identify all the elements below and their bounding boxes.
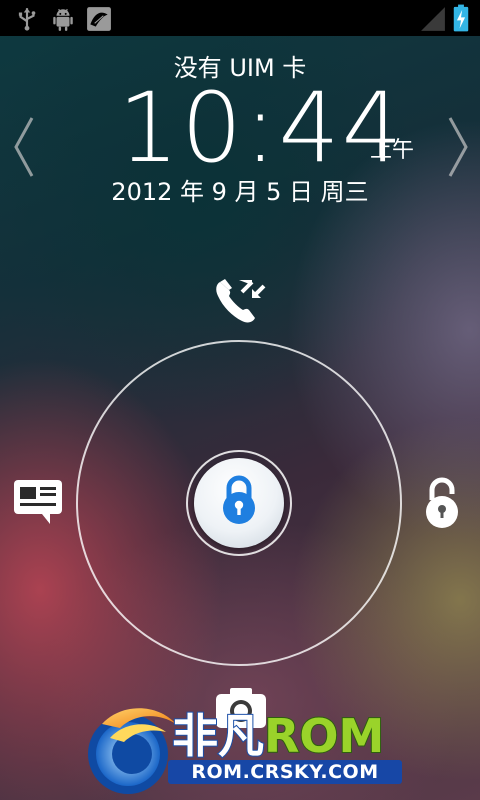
unlock-icon[interactable] [420,476,464,528]
brand-logo-icon [88,708,176,794]
android-debug-icon [53,8,73,31]
watermark-brand-cn: 非凡 [171,708,265,764]
watermark-url: ROM.CRSKY.COM [168,760,402,784]
chevron-right-icon[interactable] [444,112,474,182]
clock: 10:44 上午 [0,80,480,176]
watermark: 非凡ROM ROM.CRSKY.COM [80,696,410,800]
status-bar [0,0,480,36]
usb-icon [18,8,36,31]
battery-charging-icon [453,4,469,32]
signal-icon [421,7,445,31]
date-text: 2012 年 9 月 5 日 周三 [111,178,369,206]
wallpaper-notification-icon [87,7,111,31]
clock-time: 10:44 [118,72,405,184]
watermark-brand: 非凡ROM [171,700,385,766]
phone-icon[interactable] [212,276,266,326]
message-icon[interactable] [12,478,64,526]
watermark-brand-rom: ROM [263,708,385,764]
lock-icon [223,475,255,524]
chevron-left-icon[interactable] [8,112,38,182]
clock-ampm: 上午 [370,138,415,163]
